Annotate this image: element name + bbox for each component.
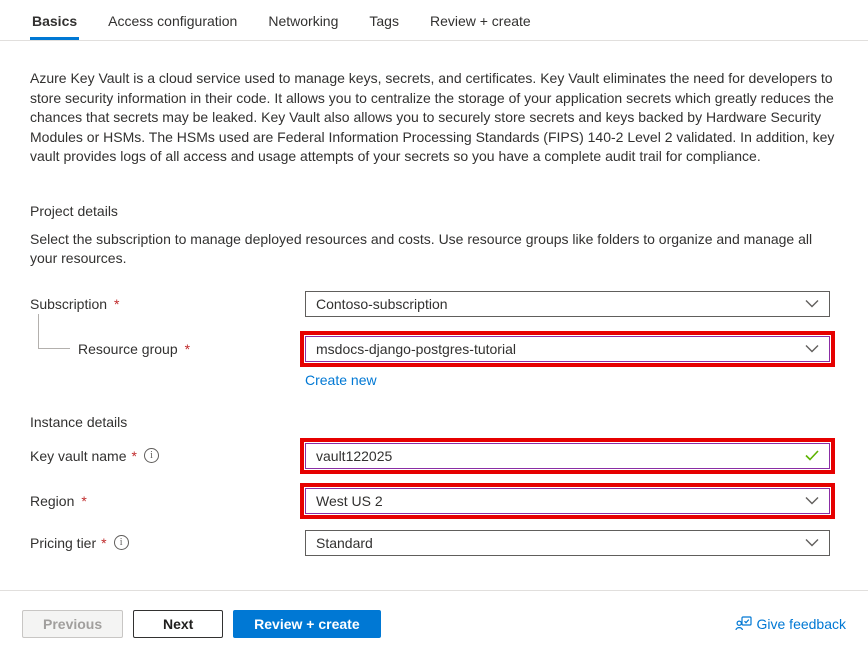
subscription-dropdown[interactable]: Contoso-subscription [305, 291, 830, 317]
resource-group-dropdown[interactable]: msdocs-django-postgres-tutorial [305, 336, 830, 362]
resource-group-row: Resource group * msdocs-django-postgres-t… [30, 331, 838, 367]
pricing-tier-label-text: Pricing tier [30, 535, 96, 551]
resource-group-highlight-box: msdocs-django-postgres-tutorial [300, 331, 835, 367]
key-vault-name-row: Key vault name * i [30, 438, 838, 474]
give-feedback-label: Give feedback [757, 616, 847, 632]
pricing-tier-row: Pricing tier * i Standard [30, 530, 838, 556]
review-create-button[interactable]: Review + create [233, 610, 380, 638]
resource-group-connector-line [38, 314, 70, 349]
resource-group-label: Resource group * [30, 341, 305, 357]
tab-access-configuration[interactable]: Access configuration [106, 0, 239, 40]
key-vault-name-highlight-box [300, 438, 835, 474]
region-row: Region * West US 2 [30, 483, 838, 519]
project-details-description: Select the subscription to manage deploy… [30, 230, 836, 269]
section-title-project-details: Project details [30, 203, 838, 219]
valid-check-icon [805, 450, 819, 461]
region-label-text: Region [30, 493, 74, 509]
key-vault-name-label-text: Key vault name [30, 448, 127, 464]
pricing-tier-label: Pricing tier * i [30, 535, 305, 551]
required-marker: * [81, 493, 86, 509]
key-vault-description: Azure Key Vault is a cloud service used … [30, 69, 836, 167]
chevron-down-icon [805, 496, 819, 505]
pricing-tier-dropdown[interactable]: Standard [305, 530, 830, 556]
wizard-footer: Previous Next Review + create Give feedb… [0, 590, 868, 656]
info-icon[interactable]: i [114, 535, 129, 550]
region-value: West US 2 [316, 493, 383, 509]
required-marker: * [185, 341, 190, 357]
create-new-link[interactable]: Create new [305, 372, 377, 388]
previous-button[interactable]: Previous [22, 610, 123, 638]
pricing-tier-value: Standard [316, 535, 373, 551]
info-icon[interactable]: i [144, 448, 159, 463]
tab-review-create[interactable]: Review + create [428, 0, 533, 40]
region-dropdown[interactable]: West US 2 [305, 488, 830, 514]
required-marker: * [132, 448, 137, 464]
tab-networking[interactable]: Networking [266, 0, 340, 40]
subscription-label-text: Subscription [30, 296, 107, 312]
next-button[interactable]: Next [133, 610, 223, 638]
subscription-value: Contoso-subscription [316, 296, 448, 312]
tab-basics[interactable]: Basics [30, 0, 79, 40]
tab-tags[interactable]: Tags [367, 0, 401, 40]
subscription-row: Subscription * Contoso-subscription [30, 291, 838, 317]
required-marker: * [114, 296, 119, 312]
subscription-label: Subscription * [30, 296, 305, 312]
resource-group-label-text: Resource group [78, 341, 178, 357]
key-vault-name-input[interactable] [316, 444, 805, 468]
chevron-down-icon [805, 538, 819, 547]
chevron-down-icon [805, 344, 819, 353]
tab-bar: Basics Access configuration Networking T… [0, 0, 868, 41]
feedback-icon [735, 616, 752, 631]
section-title-instance-details: Instance details [30, 414, 838, 430]
region-highlight-box: West US 2 [300, 483, 835, 519]
chevron-down-icon [805, 299, 819, 308]
required-marker: * [101, 535, 106, 551]
key-vault-name-label: Key vault name * i [30, 448, 305, 464]
resource-group-value: msdocs-django-postgres-tutorial [316, 341, 516, 357]
give-feedback-link[interactable]: Give feedback [735, 616, 847, 632]
region-label: Region * [30, 493, 305, 509]
